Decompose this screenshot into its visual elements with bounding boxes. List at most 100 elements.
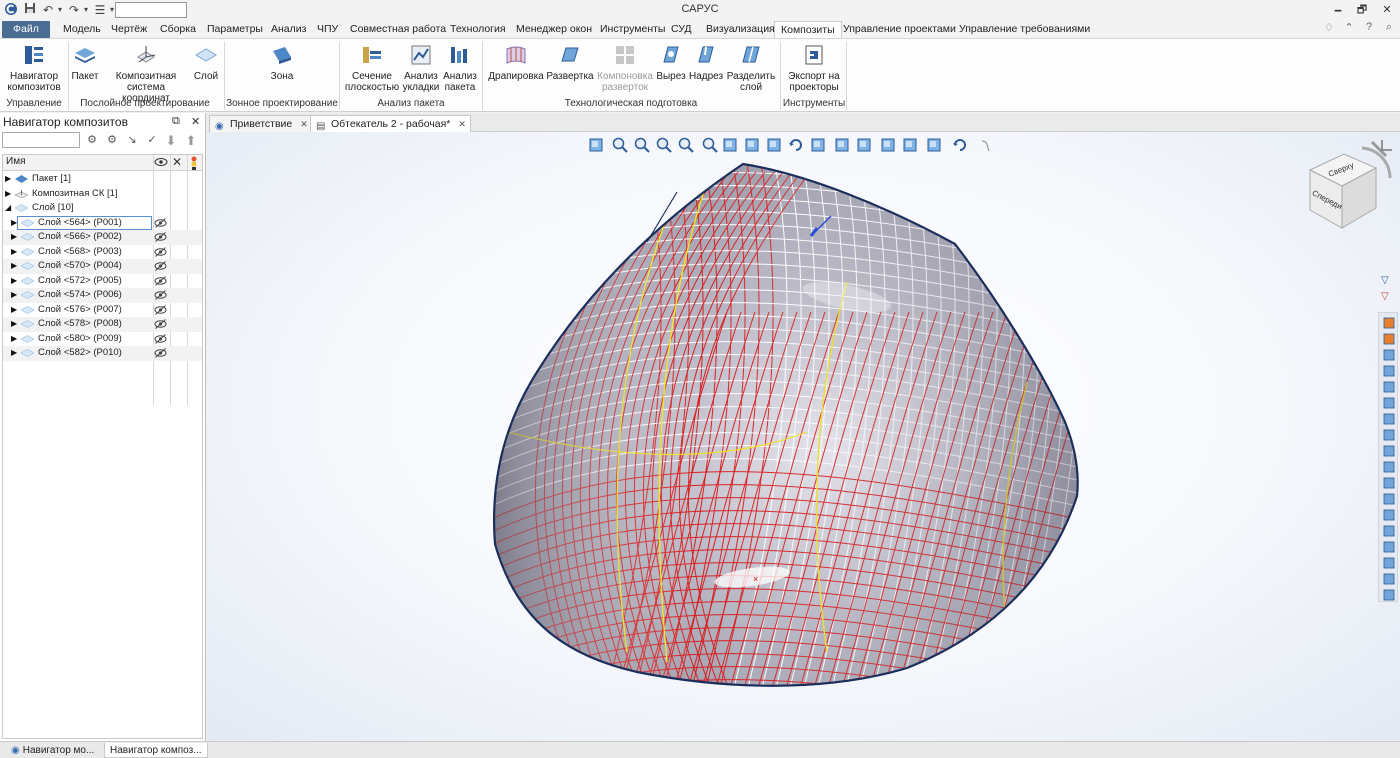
menu-tab-analysis[interactable]: Анализ	[270, 21, 307, 38]
status-column-icon[interactable]	[190, 156, 198, 173]
package-button[interactable]: Пакет	[70, 43, 100, 82]
tree-row[interactable]: ▶ Слой <570> (P004)	[3, 259, 202, 274]
composite-navigator-button[interactable]: Навигатор композитов	[6, 43, 62, 93]
quick-access-combo[interactable]	[115, 2, 187, 18]
layer-button[interactable]: Слой	[192, 43, 220, 82]
menu-tab-tools[interactable]: Инструменты	[599, 21, 666, 38]
menu-tab-collaboration[interactable]: Совместная работа	[349, 21, 447, 38]
collapse-ribbon-icon[interactable]: ♢	[1322, 21, 1336, 35]
visibility-toggle-icon[interactable]	[154, 260, 167, 272]
filter-tree-icon[interactable]: ⚙	[84, 133, 100, 149]
help-icon[interactable]: ?	[1362, 21, 1376, 35]
expand-arrow-icon[interactable]: ▶	[11, 259, 17, 273]
menu-tab-cnc[interactable]: ЧПУ	[316, 21, 339, 38]
tree-row[interactable]: ▶ Слой <582> (P010)	[3, 346, 202, 361]
fairing-model[interactable]: ×	[207, 132, 1400, 741]
tree-row-label: Пакет [1]	[32, 173, 71, 184]
visibility-toggle-icon[interactable]	[154, 217, 167, 229]
tree-row[interactable]: ▶ Слой <572> (P005)	[3, 274, 202, 289]
visibility-toggle-icon[interactable]	[154, 275, 167, 287]
tree-row[interactable]: ▶ Пакет [1]	[3, 172, 202, 187]
composite-cs-button[interactable]: Композитная система координат	[104, 43, 188, 104]
zone-button[interactable]: Зона	[266, 43, 298, 82]
settings-tree-icon[interactable]: ⚙	[104, 133, 120, 149]
3d-viewport[interactable]: Сверху Спереди ▽ ▽ ×	[207, 132, 1400, 741]
menu-tab-sud[interactable]: СУД	[670, 21, 693, 38]
tree-row[interactable]: ▶ Слой <580> (P009)	[3, 332, 202, 347]
doc-tab-welcome[interactable]: ◉ Приветствие ✕	[209, 115, 313, 132]
check-tree-icon[interactable]: ✓	[144, 133, 160, 149]
app-logo-icon[interactable]	[3, 2, 19, 18]
layer-icon	[21, 233, 34, 241]
bottom-tab-model-navigator[interactable]: ◉ Навигатор мо...	[6, 743, 99, 758]
minimize-button[interactable]: 🗕	[1326, 1, 1350, 19]
expand-arrow-icon[interactable]: ▶	[11, 317, 17, 331]
bottom-tab-composite-navigator[interactable]: Навигатор композ...	[104, 743, 208, 758]
plane-section-button[interactable]: Сечение плоскостью	[344, 43, 400, 93]
expand-arrow-icon[interactable]: ▶	[11, 288, 17, 302]
panel-filter-input[interactable]	[2, 132, 80, 148]
menu-tab-assembly[interactable]: Сборка	[159, 21, 197, 38]
close-button[interactable]: ✕	[1375, 1, 1399, 19]
visibility-toggle-icon[interactable]	[154, 318, 167, 330]
tree-row[interactable]: ▶ Слой <576> (P007)	[3, 303, 202, 318]
tree-row[interactable]: ▶ Слой <574> (P006)	[3, 288, 202, 303]
visibility-toggle-icon[interactable]	[154, 347, 167, 359]
menu-tab-model[interactable]: Модель	[62, 21, 102, 38]
cutout-button[interactable]: Вырез	[656, 43, 686, 82]
expand-arrow-icon[interactable]: ▶	[5, 187, 11, 201]
expand-arrow-icon[interactable]: ▶	[11, 346, 17, 360]
doc-tab-close-icon[interactable]: ✕	[458, 119, 466, 129]
menu-tab-composites[interactable]: Композиты	[774, 21, 842, 38]
expand-arrow-icon[interactable]: ▶	[5, 172, 11, 186]
delete-column-icon[interactable]: ✕	[172, 155, 182, 169]
tree-row[interactable]: ◢ Слой [10]	[3, 201, 202, 216]
expand-arrow-icon[interactable]: ▶	[11, 274, 17, 288]
layup-analysis-button[interactable]: Анализ укладки	[402, 43, 440, 93]
expand-tree-icon[interactable]: ↘	[124, 133, 140, 149]
menu-tab-drawing[interactable]: Чертёж	[110, 21, 148, 38]
doc-tab-fairing[interactable]: ▤ Обтекатель 2 - рабочая* ✕	[310, 115, 471, 132]
expand-icon[interactable]: ⌃	[1342, 21, 1356, 35]
tree-row[interactable]: ▶ Слой <568> (P003)	[3, 245, 202, 260]
visibility-column-icon[interactable]	[154, 156, 168, 171]
expand-arrow-icon[interactable]: ▶	[11, 245, 17, 259]
collapse-arrow-icon[interactable]: ◢	[5, 201, 11, 215]
draping-button[interactable]: Драпировка	[488, 43, 544, 82]
visibility-toggle-icon[interactable]	[154, 304, 167, 316]
flat-layout-button[interactable]: Компоновка разверток	[596, 43, 654, 93]
visibility-toggle-icon[interactable]	[154, 246, 167, 258]
expand-arrow-icon[interactable]: ▶	[11, 303, 17, 317]
panel-float-icon[interactable]: ⧉	[172, 115, 180, 128]
menu-tab-window-manager[interactable]: Менеджер окон	[515, 21, 593, 38]
menu-tab-parameters[interactable]: Параметры	[206, 21, 264, 38]
expand-arrow-icon[interactable]: ▶	[11, 216, 17, 230]
restore-button[interactable]: 🗗	[1350, 1, 1374, 19]
expand-arrow-icon[interactable]: ▶	[11, 332, 17, 346]
move-up-icon[interactable]: ⬆	[183, 133, 199, 149]
search-icon[interactable]: ⌕	[1382, 21, 1396, 35]
panel-close-icon[interactable]: ✕	[191, 115, 200, 128]
tree-row[interactable]: ▶ Слой <578> (P008)	[3, 317, 202, 332]
flattening-button[interactable]: Развертка	[546, 43, 594, 82]
menu-tab-requirements-management[interactable]: Управление требованиями	[958, 21, 1091, 38]
notch-button[interactable]: Надрез	[689, 43, 723, 82]
move-down-icon[interactable]: ⬇	[163, 133, 179, 149]
split-layer-button[interactable]: Разделить слой	[726, 43, 776, 93]
tree-row[interactable]: ▶ Слой <564> (P001)	[3, 215, 202, 231]
export-projectors-button[interactable]: Экспорт на проекторы	[786, 43, 842, 93]
menu-tab-visualization[interactable]: Визуализация	[705, 21, 776, 38]
menu-tab-file[interactable]: Файл	[2, 21, 50, 38]
tree-row[interactable]: ▶ Композитная СК [1]	[3, 187, 202, 202]
visibility-toggle-icon[interactable]	[154, 333, 167, 345]
package-analysis-button[interactable]: Анализ пакета	[442, 43, 478, 93]
visibility-toggle-icon[interactable]	[154, 231, 167, 243]
save-icon[interactable]	[22, 2, 38, 18]
menu-tab-technology[interactable]: Технология	[449, 21, 507, 38]
column-name-header[interactable]: Имя	[6, 156, 25, 167]
menu-tab-project-management[interactable]: Управление проектами	[842, 21, 957, 38]
expand-arrow-icon[interactable]: ▶	[11, 230, 17, 244]
doc-tab-close-icon[interactable]: ✕	[300, 119, 308, 129]
tree-row[interactable]: ▶ Слой <566> (P002)	[3, 230, 202, 245]
visibility-toggle-icon[interactable]	[154, 289, 167, 301]
